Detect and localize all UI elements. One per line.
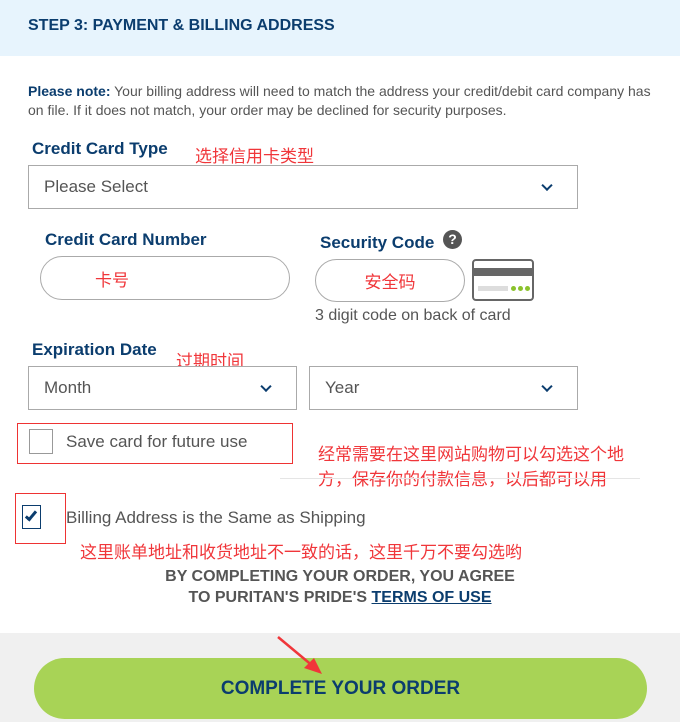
card-back-icon xyxy=(472,259,534,301)
billing-note: Please note: Your billing address will n… xyxy=(28,82,658,120)
terms-line2: TO PURITAN'S PRIDE'S xyxy=(188,589,372,606)
billing-same-checkbox[interactable] xyxy=(22,505,41,529)
card-type-select[interactable]: Please Select xyxy=(28,165,578,209)
security-code-label: Security Code xyxy=(320,233,435,252)
card-type-label: Credit Card Type xyxy=(32,139,168,158)
complete-order-button[interactable]: COMPLETE YOUR ORDER xyxy=(34,658,647,719)
security-code-hint: 3 digit code on back of card xyxy=(315,307,511,324)
note-text: Your billing address will need to match … xyxy=(28,83,651,118)
terms-of-use-link[interactable]: TERMS OF USE xyxy=(372,589,492,606)
year-value: Year xyxy=(325,378,360,397)
card-number-annotation: 卡号 xyxy=(95,270,129,291)
checkmark-icon xyxy=(24,508,38,522)
month-value: Month xyxy=(44,378,92,397)
red-arrow-annotation xyxy=(277,636,322,674)
save-card-annotation-1: 经常需要在这里网站购物可以勾选这个地 xyxy=(318,445,624,465)
save-card-checkbox[interactable] xyxy=(29,429,53,454)
divider xyxy=(280,478,640,479)
chevron-down-icon xyxy=(541,380,553,393)
year-select[interactable]: Year xyxy=(309,366,578,410)
security-code-input[interactable]: 安全码 xyxy=(315,259,465,302)
chevron-down-icon xyxy=(260,380,272,393)
chevron-down-icon xyxy=(541,179,553,192)
card-number-input[interactable]: 卡号 xyxy=(40,256,290,300)
note-label: Please note: xyxy=(28,83,111,99)
expiration-label: Expiration Date xyxy=(32,340,157,359)
terms-text: BY COMPLETING YOUR ORDER, YOU AGREE TO P… xyxy=(0,566,680,608)
card-number-label: Credit Card Number xyxy=(45,230,207,249)
card-type-annotation: 选择信用卡类型 xyxy=(195,147,314,167)
billing-same-label[interactable]: Billing Address is the Same as Shipping xyxy=(66,508,366,528)
card-type-value: Please Select xyxy=(44,177,148,196)
section-header: STEP 3: PAYMENT & BILLING ADDRESS xyxy=(0,0,680,56)
terms-line1: BY COMPLETING YOUR ORDER, YOU AGREE xyxy=(165,568,515,585)
section-title: STEP 3: PAYMENT & BILLING ADDRESS xyxy=(28,17,335,34)
month-select[interactable]: Month xyxy=(28,366,297,410)
save-card-label[interactable]: Save card for future use xyxy=(66,432,247,452)
security-code-annotation: 安全码 xyxy=(364,273,416,293)
help-icon[interactable]: ? xyxy=(443,230,462,249)
billing-same-annotation: 这里账单地址和收货地址不一致的话，这里千万不要勾选哟 xyxy=(80,543,522,563)
